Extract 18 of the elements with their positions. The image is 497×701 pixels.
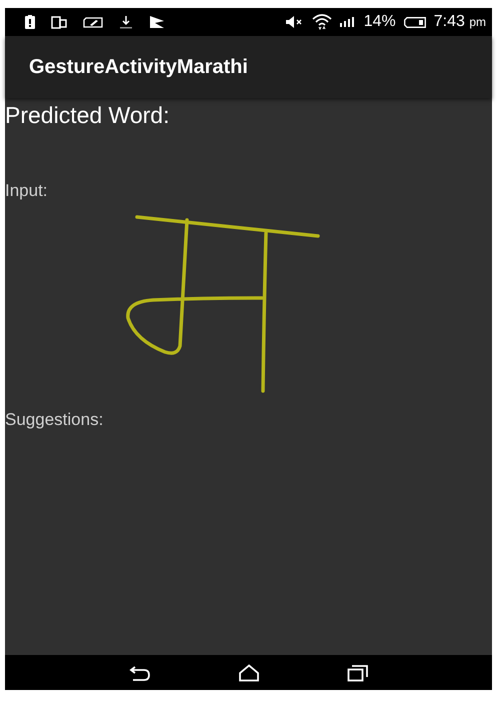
mute-icon: [286, 16, 304, 28]
battery-icon: [404, 16, 426, 28]
flag-icon: [149, 15, 165, 29]
suggestions-label: Suggestions:: [5, 410, 104, 430]
back-icon[interactable]: [128, 664, 150, 680]
app-title: GestureActivityMarathi: [29, 56, 248, 78]
battery-percent: 14%: [364, 13, 396, 31]
recents-icon[interactable]: [346, 664, 368, 682]
home-icon[interactable]: [238, 664, 260, 682]
battery-alert-icon: [25, 15, 35, 29]
device-icon: [51, 16, 67, 28]
download-icon: [119, 15, 133, 29]
wifi-icon: [312, 14, 332, 30]
input-label: Input:: [5, 181, 48, 201]
clock-time: 7:43 pm: [434, 13, 486, 31]
signal-icon: [340, 17, 356, 27]
card-icon: [83, 16, 103, 28]
predicted-word-label: Predicted Word:: [5, 102, 170, 129]
